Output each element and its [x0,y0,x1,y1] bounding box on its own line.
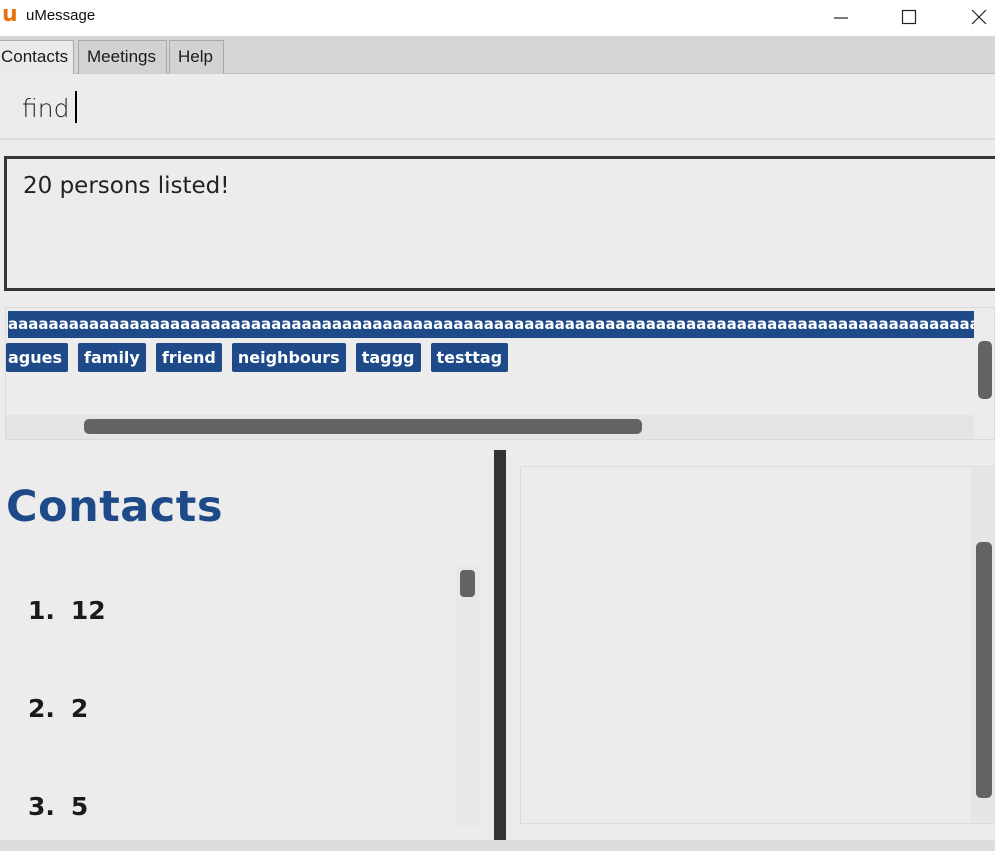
title-bar: u uMessage [0,0,995,36]
window-title: uMessage [26,7,96,24]
tab-help[interactable]: Help [169,40,224,74]
command-box[interactable]: find [0,74,995,140]
list-item[interactable]: 3. 5 [28,792,88,821]
minimize-icon [834,17,848,19]
command-input[interactable]: find [22,91,78,126]
tag-item[interactable]: testtag [430,343,509,372]
contact-index: 3. [28,792,55,821]
contact-name: 2 [70,694,89,723]
tag-vertical-scroll-thumb[interactable] [978,341,992,399]
contact-index: 1. [28,596,55,625]
tag-item[interactable]: agues [6,343,69,372]
tag-long[interactable]: aaaaaaaaaaaaaaaaaaaaaaaaaaaaaaaaaaaaaaaa… [8,311,974,338]
tag-panel: aaaaaaaaaaaaaaaaaaaaaaaaaaaaaaaaaaaaaaaa… [5,307,995,440]
tag-item[interactable]: family [78,343,146,372]
tag-list: agues family friend neighbours taggg tes… [6,343,509,373]
contact-name: 12 [70,596,106,625]
text-caret [75,91,78,123]
tag-item[interactable]: neighbours [231,343,346,372]
minimize-button[interactable] [818,0,864,34]
contacts-vertical-scrollbar[interactable] [456,566,480,826]
detail-vertical-scroll-thumb[interactable] [976,542,992,798]
tag-horizontal-scroll-thumb[interactable] [84,419,642,434]
tab-bar: Contacts Meetings Help [0,36,995,74]
tag-item[interactable]: taggg [355,343,421,372]
list-item[interactable]: 1. 12 [28,596,106,625]
maximize-button[interactable] [886,0,932,34]
list-item[interactable]: 2. 2 [28,694,88,723]
command-input-value: find [22,94,70,123]
split-pane-divider[interactable] [494,450,506,840]
close-icon [971,9,987,25]
contacts-pane: Contacts 1. 12 2. 2 3. 5 [0,450,494,840]
tab-contacts[interactable]: Contacts [0,40,74,74]
contacts-heading: Contacts [6,482,223,532]
result-message: 20 persons listed! [23,173,230,199]
status-bar [0,840,995,851]
result-display: 20 persons listed! [4,156,995,291]
tag-item[interactable]: friend [155,343,222,372]
maximize-icon [901,9,917,25]
contacts-vertical-scroll-thumb[interactable] [460,570,475,597]
close-button[interactable] [956,0,995,34]
contact-index: 2. [28,694,55,723]
tab-meetings[interactable]: Meetings [78,40,167,74]
detail-pane [520,466,995,824]
app-logo-icon: u [2,2,18,27]
contact-name: 5 [70,792,89,821]
